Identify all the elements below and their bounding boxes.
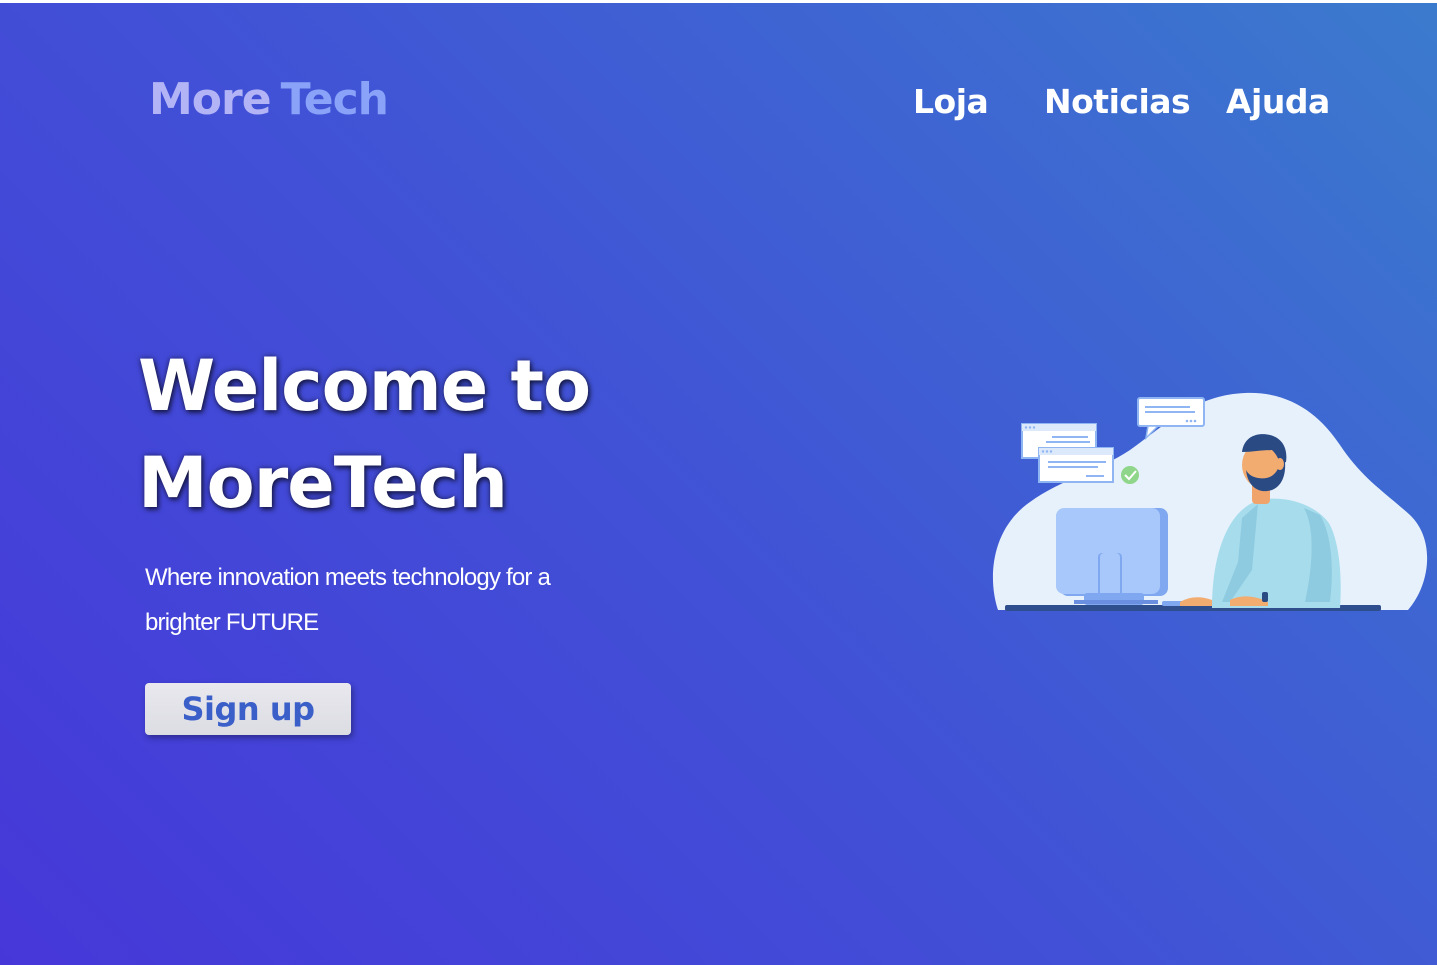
check-icon xyxy=(1121,466,1139,484)
person-at-computer-illustration xyxy=(992,392,1428,611)
hero-subtitle: Where innovation meets technology for a … xyxy=(145,564,551,636)
monitor-icon xyxy=(1056,508,1168,605)
hero-title-line-2: MoreTech xyxy=(138,442,508,524)
nav-link-ajuda[interactable]: Ajuda xyxy=(1226,80,1330,124)
site-logo[interactable]: More Tech xyxy=(149,72,389,128)
signup-button[interactable]: Sign up xyxy=(145,683,351,735)
top-border xyxy=(0,0,1437,3)
logo-tech-text: Tech xyxy=(280,74,389,125)
logo-more-text: More xyxy=(149,74,272,125)
hero-title-line-1: Welcome to xyxy=(138,345,591,427)
nav-link-loja[interactable]: Loja xyxy=(913,80,989,124)
message-card-icon-2 xyxy=(1038,447,1114,483)
nav-link-noticias[interactable]: Noticias xyxy=(1044,80,1191,124)
hero-title: Welcome to MoreTech xyxy=(138,338,591,532)
